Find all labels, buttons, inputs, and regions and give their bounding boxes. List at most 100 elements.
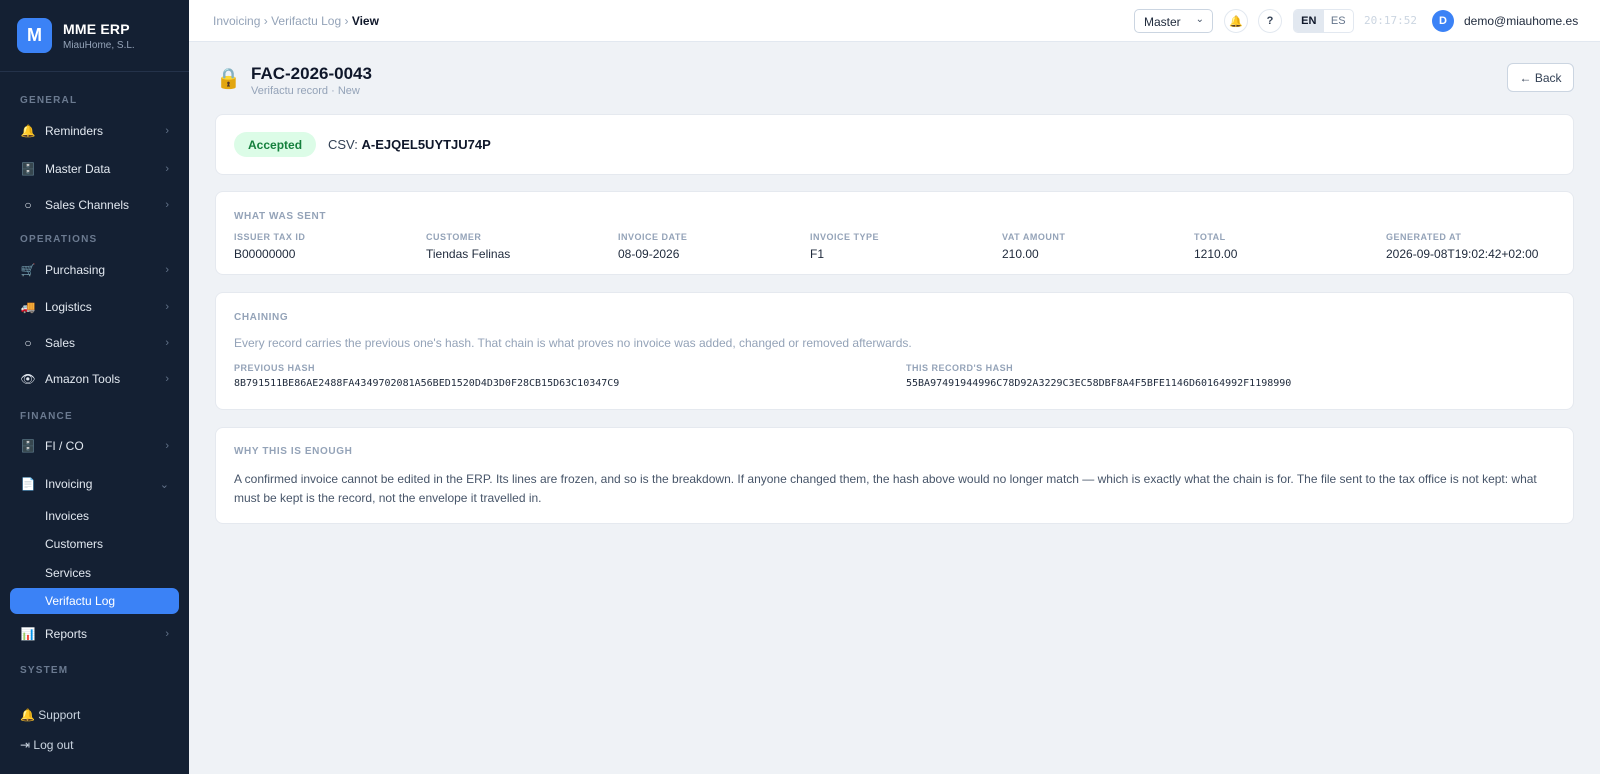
sidebar-item-amazon-tools[interactable]: 👁 Amazon Tools › (10, 365, 179, 393)
sidebar-item-reminders[interactable]: 🔔 Reminders › (10, 117, 179, 145)
sidebar-item-fi-co[interactable]: 🗄️ FI / CO › (10, 432, 179, 460)
field-customer: CUSTOMER Tiendas Felinas (426, 232, 510, 261)
field-label: INVOICE TYPE (810, 232, 880, 242)
sidebar-item-label: Purchasing (45, 263, 106, 277)
sidebar-item-label: Sales Channels (45, 198, 130, 212)
field-value: F1 (810, 247, 825, 261)
field-total: TOTAL 1210.00 (1194, 232, 1237, 261)
document-icon: 📄 (20, 477, 36, 491)
sidebar-item-label: Master Data (45, 162, 111, 176)
circle-icon: ○ (24, 336, 32, 350)
field-value: 210.00 (1002, 247, 1039, 261)
logout-link[interactable]: ⇥ Log out (20, 738, 73, 752)
truck-icon: 🚚 (20, 300, 36, 314)
chaining-card: CHAINING Every record carries the previo… (215, 292, 1574, 410)
bell-icon: 🔔 (1229, 15, 1243, 28)
avatar[interactable]: D (1432, 10, 1454, 32)
language-toggle: EN ES (1293, 9, 1354, 33)
chevron-right-icon: › (165, 301, 169, 313)
field-invoice-type: INVOICE TYPE F1 (810, 232, 879, 261)
field-label: TOTAL (1194, 232, 1226, 242)
sidebar-item-label: Reminders (45, 124, 104, 138)
sidebar-item-reports[interactable]: 📊 Reports › (10, 620, 179, 648)
sidebar-subitem-customers[interactable]: Customers (10, 531, 179, 557)
eye-icon: 👁 (20, 372, 36, 386)
chevron-right-icon: › (165, 163, 169, 175)
cabinet-icon: 🗄️ (20, 439, 36, 453)
field-label: GENERATED AT (1386, 232, 1462, 242)
status-badge: Accepted (234, 132, 317, 157)
chart-icon: 📊 (20, 627, 36, 641)
brand-logo[interactable]: M (17, 18, 52, 53)
user-email[interactable]: demo@miauhome.es (1464, 14, 1578, 28)
chevron-down-icon: ⌄ (1195, 14, 1204, 25)
sidebar-item-label: Invoicing (45, 477, 93, 491)
lang-en-button[interactable]: EN (1294, 10, 1324, 32)
field-value: Tiendas Felinas (426, 247, 511, 261)
sidebar-item-label: FI / CO (45, 439, 84, 453)
cabinet-icon: 🗄️ (20, 162, 36, 176)
chevron-right-icon: › (165, 440, 169, 452)
sidebar-subitem-verifactu-log[interactable]: Verifactu Log (10, 588, 179, 614)
field-label: CUSTOMER (426, 232, 482, 242)
breadcrumb-separator: › (263, 14, 268, 28)
card-title: WHAT WAS SENT (234, 211, 327, 222)
sidebar-item-invoicing[interactable]: 📄 Invoicing ⌄ (10, 470, 179, 498)
section-general: GENERAL (20, 95, 78, 106)
field-value: B00000000 (234, 247, 296, 261)
card-title: CHAINING (234, 312, 289, 323)
sidebar-item-purchasing[interactable]: 🛒 Purchasing › (10, 256, 179, 284)
chevron-right-icon: › (165, 373, 169, 385)
breadcrumb: Invoicing › Verifactu Log › View (213, 14, 379, 28)
sidebar-item-sales-channels[interactable]: ○ Sales Channels › (10, 191, 179, 219)
chevron-right-icon: › (165, 125, 169, 137)
brand: M MME ERP MiauHome, S.L. (0, 0, 189, 72)
chevron-right-icon: › (165, 337, 169, 349)
sidebar-subitem-services[interactable]: Services (10, 560, 179, 586)
previous-hash: PREVIOUS HASH 8B791511BE86AE2488FA434970… (234, 363, 619, 389)
lang-es-button[interactable]: ES (1324, 10, 1354, 32)
breadcrumb-current: View (351, 14, 379, 28)
help-button[interactable]: ? (1258, 9, 1282, 33)
sidebar-item-label: Reports (45, 627, 88, 641)
cart-icon: 🛒 (20, 263, 36, 277)
support-link[interactable]: 🔔 Support (20, 708, 80, 722)
page-subtitle: Verifactu record · New (251, 85, 360, 97)
field-value: 08-09-2026 (618, 247, 680, 261)
sidebar-item-sales[interactable]: ○ Sales › (10, 329, 179, 357)
field-label: PREVIOUS HASH (234, 363, 316, 373)
field-label: THIS RECORD'S HASH (906, 363, 1014, 373)
why-card: WHY THIS IS ENOUGH A confirmed invoice c… (215, 427, 1574, 524)
field-label: INVOICE DATE (618, 232, 688, 242)
card-title: WHY THIS IS ENOUGH (234, 446, 353, 457)
status-card: Accepted CSV: A-EJQEL5UYTJU74P (215, 114, 1574, 175)
sidebar-item-logistics[interactable]: 🚚 Logistics › (10, 293, 179, 321)
field-generated-at: GENERATED AT 2026-09-08T19:02:42+02:00 (1386, 232, 1538, 261)
back-button[interactable]: ← Back (1507, 63, 1574, 92)
clock: 20:17:52 (1364, 14, 1417, 27)
sidebar-subitem-invoices[interactable]: Invoices (10, 503, 179, 529)
main-content: 🔒 FAC-2026-0043 Verifactu record · New ←… (189, 42, 1600, 774)
field-value: 1210.00 (1194, 247, 1238, 261)
field-vat-amount: VAT AMOUNT 210.00 (1002, 232, 1065, 261)
chaining-description: Every record carries the previous one's … (234, 336, 912, 350)
breadcrumb-invoicing[interactable]: Invoicing (213, 14, 260, 28)
sidebar-item-master-data[interactable]: 🗄️ Master Data › (10, 155, 179, 183)
app-name: MME ERP (63, 20, 130, 37)
field-issuer-tax-id: ISSUER TAX ID B00000000 (234, 232, 305, 261)
why-text: A confirmed invoice cannot be edited in … (234, 472, 1537, 505)
notifications-button[interactable]: 🔔 (1224, 9, 1248, 33)
sidebar-item-label: Logistics (45, 300, 92, 314)
lock-icon: 🔒 (216, 68, 241, 90)
environment-select[interactable]: Master ⌄ (1134, 9, 1213, 33)
field-label: ISSUER TAX ID (234, 232, 306, 242)
sidebar-item-label: Sales (45, 336, 76, 350)
company-name: MiauHome, S.L. (63, 39, 135, 51)
topbar: Invoicing › Verifactu Log › View Master … (189, 0, 1600, 42)
csv-label: CSV: (328, 137, 358, 152)
environment-value: Master (1144, 15, 1181, 29)
section-system: SYSTEM (20, 665, 69, 676)
breadcrumb-verifactu-log[interactable]: Verifactu Log (271, 14, 341, 28)
this-record-hash: THIS RECORD'S HASH 55BA97491944996C78D92… (906, 363, 1291, 389)
circle-icon: ○ (24, 198, 32, 212)
